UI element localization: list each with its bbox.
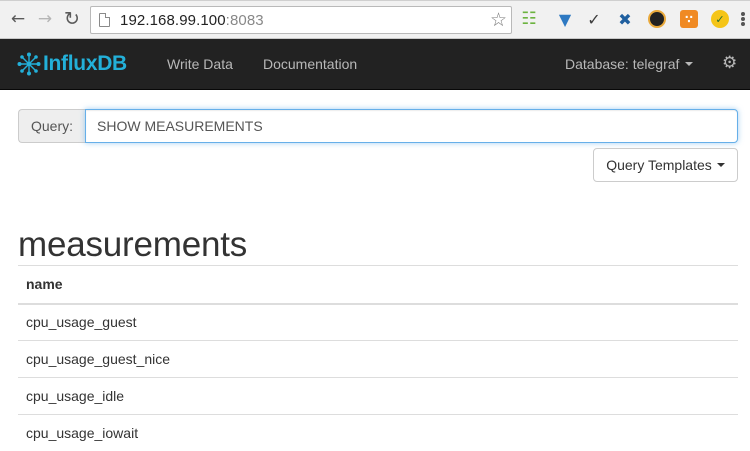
chevron-down-icon xyxy=(685,62,694,66)
page-icon xyxy=(99,13,110,27)
bookmark-star-icon[interactable]: ☆ xyxy=(490,9,507,31)
browser-toolbar: ← → ↻ 192.168.99.100:8083 ☆ ☷ ▼ ✓ ✖ ∵ ✓ xyxy=(0,0,750,39)
influxdb-logo-icon xyxy=(17,52,41,76)
database-dropdown[interactable]: Database: telegraf xyxy=(565,56,694,72)
gear-icon[interactable]: ⚙ xyxy=(722,53,737,73)
database-label: Database: telegraf xyxy=(565,56,680,72)
query-input[interactable] xyxy=(85,109,738,143)
brand[interactable]: InfluxDB xyxy=(17,52,127,76)
reload-icon[interactable]: ↻ xyxy=(62,8,82,30)
nav-documentation[interactable]: Documentation xyxy=(263,56,357,72)
query-templates-label: Query Templates xyxy=(606,157,712,173)
query-templates-button[interactable]: Query Templates xyxy=(593,148,738,182)
ladder-extension-icon[interactable]: ☷ xyxy=(520,9,538,29)
query-bar: Query: xyxy=(18,109,738,143)
address-bar[interactable]: 192.168.99.100:8083 ☆ xyxy=(90,6,512,34)
jenkins-extension-icon[interactable]: ✖ xyxy=(616,10,634,29)
address-url: 192.168.99.100:8083 xyxy=(120,12,264,29)
table-row: cpu_usage_guest_nice xyxy=(18,340,738,378)
chevron-down-icon xyxy=(716,163,725,167)
rss-extension-icon[interactable]: ∵ xyxy=(680,10,698,28)
table-cell: cpu_usage_iowait xyxy=(18,414,738,451)
column-header-name: name xyxy=(18,265,738,305)
vimium-extension-icon[interactable]: ▼ xyxy=(556,10,574,29)
query-label: Query: xyxy=(18,109,85,143)
nav-write-data[interactable]: Write Data xyxy=(167,56,233,72)
browser-menu-icon[interactable] xyxy=(741,9,747,29)
table-cell: cpu_usage_guest xyxy=(26,314,137,331)
table-row: cpu_usage_idle xyxy=(18,377,738,415)
results-table: name cpu_usage_guest cpu_usage_guest_nic… xyxy=(18,265,738,451)
table-cell: cpu_usage_guest_nice xyxy=(18,340,738,378)
app-navbar: InfluxDB Write Data Documentation Databa… xyxy=(0,39,750,90)
camera-extension-icon[interactable] xyxy=(648,10,666,28)
norton-extension-icon[interactable]: ✓ xyxy=(711,10,729,28)
tab-strip-edge xyxy=(0,0,750,1)
table-cell: cpu_usage_idle xyxy=(18,377,738,415)
url-host: 192.168.99.100 xyxy=(120,12,226,29)
tool-extension-icon[interactable]: ✓ xyxy=(585,10,603,29)
brand-name: InfluxDB xyxy=(43,52,127,75)
table-row: cpu_usage_guest xyxy=(18,304,738,341)
result-title: measurements xyxy=(18,225,248,264)
back-arrow-icon[interactable]: ← xyxy=(8,9,28,29)
table-row: cpu_usage_iowait xyxy=(18,414,738,451)
forward-arrow-icon[interactable]: → xyxy=(35,9,55,29)
url-port: :8083 xyxy=(225,12,264,29)
table-header-row: name xyxy=(18,265,738,305)
